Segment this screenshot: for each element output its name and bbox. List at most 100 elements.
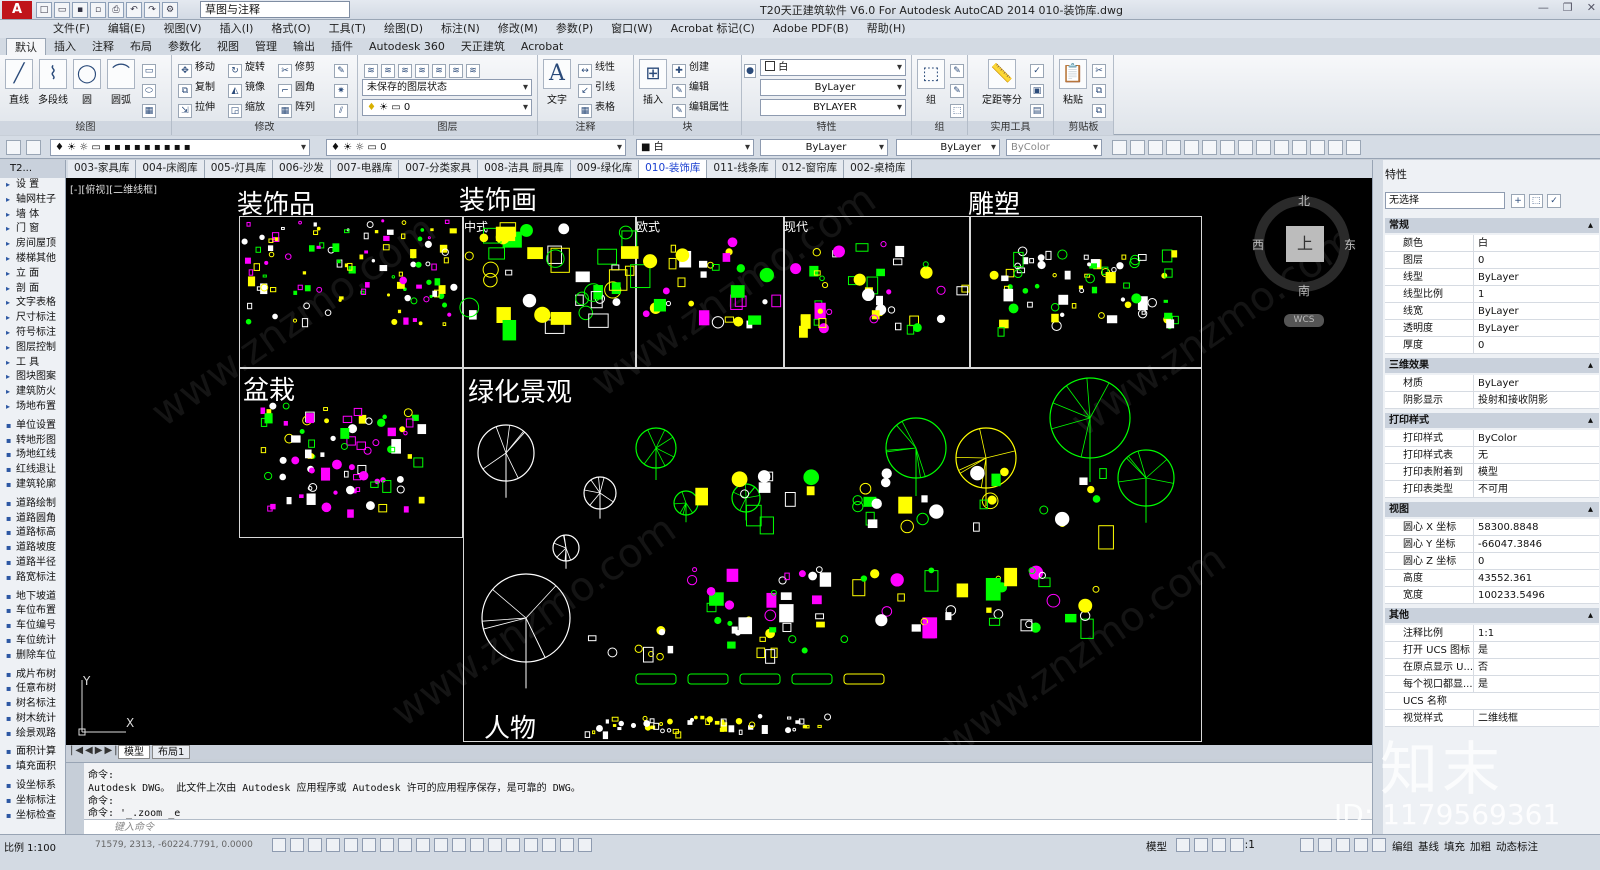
property-value[interactable]: 不可用 — [1473, 481, 1599, 498]
sidebar-item[interactable]: ▪ 绘景观路 — [0, 727, 65, 742]
wcs-menu-button[interactable]: WCS — [1284, 314, 1324, 327]
properties-section-header[interactable]: 三维效果 — [1385, 358, 1599, 373]
layer-dropdown[interactable]: ♦ ☀ ▭ 0 — [362, 99, 532, 116]
line-button[interactable]: ╱ 直线 — [2, 59, 36, 106]
drafting-toggle-icon[interactable] — [416, 838, 430, 852]
property-row[interactable]: 图层 0 — [1385, 252, 1599, 269]
utilities-panel-title[interactable]: 实用工具 — [968, 121, 1053, 135]
copy-base-icon[interactable]: ⧉ — [1092, 99, 1109, 118]
quick-select-props-icon[interactable]: ✓ — [1547, 194, 1561, 208]
save-icon[interactable]: ▪ — [72, 2, 88, 18]
arc-button[interactable]: ⌒ 圆弧 — [104, 59, 138, 106]
property-value[interactable]: 否 — [1473, 659, 1599, 676]
selection-dropdown[interactable]: 无选择 — [1385, 192, 1505, 209]
ribbon-tab[interactable]: 管理 — [247, 38, 285, 55]
property-row[interactable]: 打印表类型 不可用 — [1385, 481, 1599, 498]
close-icon[interactable]: ✕ — [1587, 1, 1596, 14]
property-value[interactable]: 投射和接收阴影 — [1473, 392, 1599, 409]
property-value[interactable]: 1:1 — [1473, 625, 1599, 642]
text-button[interactable]: A 文字 — [540, 59, 574, 106]
property-row[interactable]: 材质 ByLayer — [1385, 375, 1599, 392]
sidebar-item[interactable]: ▸ 尺寸标注 — [0, 311, 65, 326]
workspace-toggle-icon[interactable] — [1372, 838, 1386, 852]
fillet-button[interactable]: ⌐ 圆角 — [278, 79, 315, 98]
menu-item[interactable]: 窗口(W) — [602, 20, 661, 38]
calculator-icon[interactable]: ▤ — [1030, 99, 1047, 118]
draw-panel-title[interactable]: 绘图 — [0, 121, 171, 135]
drafting-toggle-icon[interactable] — [380, 838, 394, 852]
property-row[interactable]: 在原点显示 U... 否 — [1385, 659, 1599, 676]
menu-item[interactable]: 帮助(H) — [858, 20, 915, 38]
restore-icon[interactable]: ❐ — [1563, 1, 1573, 14]
layer-state-dropdown[interactable]: 未保存的图层状态 — [362, 79, 532, 96]
layer-manager-icon[interactable] — [6, 140, 21, 155]
model-space-toggle[interactable]: 模型 — [1146, 839, 1167, 854]
dimension-style-icon[interactable] — [1202, 140, 1217, 155]
tangent-status-button[interactable]: 动态标注 — [1496, 839, 1538, 854]
rotate-button[interactable]: ↻ 旋转 — [228, 59, 265, 78]
sidebar-item[interactable]: ▪ 地下坡道 — [0, 590, 65, 605]
table-button[interactable]: ▦ 表格 — [578, 99, 615, 118]
property-row[interactable]: 线型 ByLayer — [1385, 269, 1599, 286]
tangent-status-button[interactable]: 填充 — [1444, 839, 1465, 854]
measure-button[interactable]: 📏 定距等分 — [978, 59, 1026, 106]
property-value[interactable]: ByColor — [1473, 430, 1599, 447]
select-objects-icon[interactable]: ⬚ — [1529, 194, 1543, 208]
drafting-toggle-icon[interactable] — [362, 838, 376, 852]
offset-icon[interactable]: ⫽ — [334, 99, 351, 118]
sidebar-item[interactable]: ▪ 单位设置 — [0, 419, 65, 434]
scale-selector[interactable]: 比例 1:100 — [4, 839, 56, 854]
drafting-toggle-icon[interactable] — [470, 838, 484, 852]
sidebar-item[interactable]: ▪ 道路标高 — [0, 526, 65, 541]
sidebar-item[interactable]: ▪ 树名标注 — [0, 697, 65, 712]
ungroup-icon[interactable]: ✎ — [950, 59, 967, 78]
quick-select-icon[interactable]: ✓ — [1030, 59, 1047, 78]
drafting-toggle-icon[interactable] — [308, 838, 322, 852]
trim-button[interactable]: ✂ 修剪 — [278, 59, 315, 78]
property-value[interactable]: ByLayer — [1473, 375, 1599, 392]
sidebar-item[interactable]: ▪ 填充面积 — [0, 760, 65, 775]
sidebar-item[interactable]: ▸ 立 面 — [0, 267, 65, 282]
sidebar-item[interactable]: ▸ 建筑防火 — [0, 385, 65, 400]
sidebar-item[interactable]: ▸ 图块图案 — [0, 370, 65, 385]
drawing-tab[interactable]: 007-分类家具 — [399, 160, 479, 178]
drawing-tab[interactable]: 006-沙发 — [273, 160, 331, 178]
ribbon-tab[interactable]: 注释 — [84, 38, 122, 55]
group-select-icon[interactable]: ⬚ — [950, 99, 967, 118]
sidebar-item[interactable]: ▸ 楼梯其他 — [0, 252, 65, 267]
menu-item[interactable]: Adobe PDF(B) — [764, 20, 858, 38]
sidebar-item[interactable]: ▪ 车位编号 — [0, 619, 65, 634]
sidebar-item[interactable]: ▪ 建筑轮廓 — [0, 478, 65, 493]
sidebar-item[interactable]: ▸ 图层控制 — [0, 341, 65, 356]
sidebar-item[interactable]: ▪ 面积计算 — [0, 745, 65, 760]
property-value[interactable]: 模型 — [1473, 464, 1599, 481]
drafting-toggle-icon[interactable] — [452, 838, 466, 852]
drawing-tab[interactable]: 003-家具库 — [68, 160, 137, 178]
compass-south[interactable]: 南 — [1298, 282, 1310, 299]
sidebar-item[interactable]: ▸ 设 置 — [0, 178, 65, 193]
drafting-toggle-icon[interactable] — [290, 838, 304, 852]
sidebar-item[interactable]: ▸ 工 具 — [0, 356, 65, 371]
sidebar-item[interactable]: ▪ 坐标检查 — [0, 809, 65, 824]
dimension-style-icon[interactable] — [1148, 140, 1163, 155]
toolbar-layer-current[interactable]: ♦ ☀ ☼ ▭ 0 — [326, 139, 626, 156]
model-tab[interactable]: 模型 — [118, 745, 150, 759]
block-panel-title[interactable]: 块 — [634, 121, 741, 135]
viewport-toggle-icon[interactable] — [1230, 838, 1244, 852]
annotation-panel-title[interactable]: 注释 — [538, 121, 633, 135]
property-value[interactable]: 是 — [1473, 642, 1599, 659]
match-properties-icon[interactable]: ● — [744, 59, 759, 78]
dimension-style-icon[interactable] — [1112, 140, 1127, 155]
property-value[interactable]: ByLayer — [1473, 303, 1599, 320]
open-file-icon[interactable]: ▭ — [54, 2, 70, 18]
drawing-tab[interactable]: 011-线条库 — [707, 160, 776, 178]
model-space-canvas[interactable]: www.znzmo.com www.znzmo.com www.znzmo.co… — [66, 178, 1372, 745]
cut-icon[interactable]: ✂ — [1092, 59, 1109, 78]
property-row[interactable]: 线宽 ByLayer — [1385, 303, 1599, 320]
sidebar-item[interactable]: ▪ 道路圆角 — [0, 512, 65, 527]
sidebar-item[interactable]: ▪ 车位统计 — [0, 634, 65, 649]
property-row[interactable]: 高度 43552.361 — [1385, 570, 1599, 587]
drawing-tab[interactable]: 002-桌椅库 — [844, 160, 913, 178]
command-window-handle[interactable] — [66, 763, 84, 835]
minimize-icon[interactable]: — — [1538, 1, 1549, 14]
